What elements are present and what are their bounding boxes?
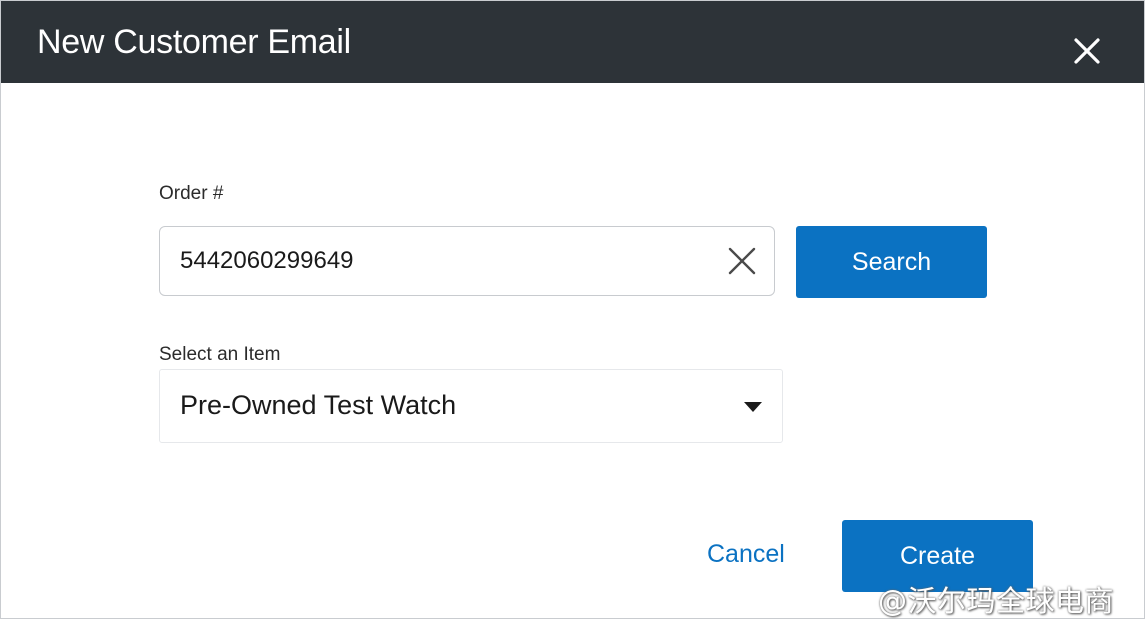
order-number-input[interactable] [180,243,700,279]
selected-item-value: Pre-Owned Test Watch [180,390,457,420]
item-select[interactable]: Pre-Owned Test Watch [159,369,783,443]
order-number-field [159,226,775,296]
close-icon [1074,38,1100,64]
close-button[interactable] [1067,31,1107,71]
dialog-header: New Customer Email [1,1,1144,83]
caret-down-icon [744,402,762,412]
dialog-title: New Customer Email [37,23,351,61]
new-customer-email-dialog: New Customer Email Order # Search Select… [0,0,1145,619]
clear-order-button[interactable] [726,245,758,277]
cancel-button[interactable]: Cancel [707,540,785,569]
select-item-label: Select an Item [159,344,281,365]
search-button[interactable]: Search [796,226,987,298]
order-number-label: Order # [159,183,224,204]
watermark-text: @沃尔玛全球电商 [878,584,1115,618]
clear-icon [728,247,756,275]
